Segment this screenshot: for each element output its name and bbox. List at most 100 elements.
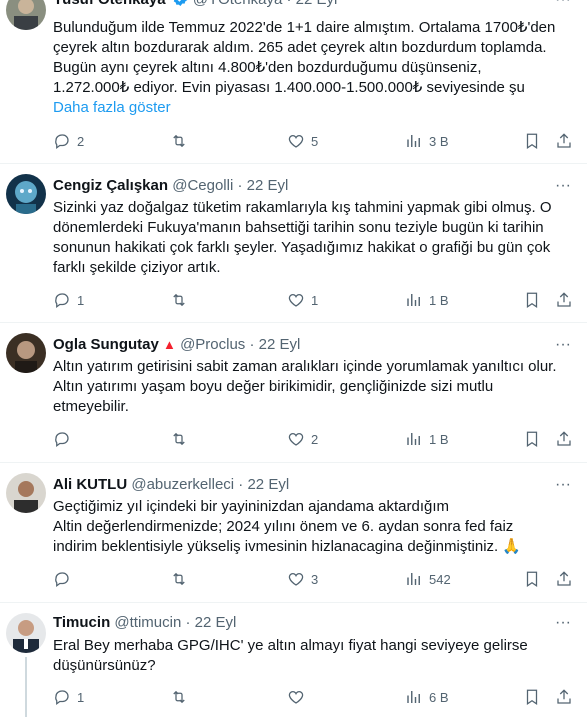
reply-icon xyxy=(55,432,69,448)
verified-badge-icon xyxy=(172,0,189,13)
views-chart-icon xyxy=(407,294,420,306)
reply-button[interactable]: 2 xyxy=(53,131,84,151)
handle[interactable]: @Cegolli xyxy=(172,177,233,194)
avatar[interactable] xyxy=(6,0,46,30)
like-button[interactable]: 1 xyxy=(287,290,318,310)
reply-button[interactable]: 1 xyxy=(53,290,84,310)
tweet-text-line: dönemlerdeki Fukuya'manın bahsettiği tar… xyxy=(53,219,544,236)
views-button[interactable]: 6 B xyxy=(405,687,449,707)
like-count: 2 xyxy=(311,431,319,447)
like-button[interactable]: 3 xyxy=(287,569,318,589)
more-options-icon[interactable]: ··· xyxy=(553,176,573,196)
repost-button[interactable] xyxy=(170,569,194,589)
views-chart-icon xyxy=(407,433,420,445)
bookmark-button[interactable] xyxy=(523,429,547,449)
share-button[interactable] xyxy=(555,429,579,449)
share-icon xyxy=(557,133,571,148)
tweet-text: Altın yatırım getirisini sabit zaman ara… xyxy=(53,357,573,417)
tweet[interactable]: Ali KUTLU @abuzerkelleci · 22 Eyl ··· Ge… xyxy=(0,463,587,603)
views-button[interactable]: 1 B xyxy=(405,290,449,310)
like-count: 5 xyxy=(311,133,319,149)
bookmark-button[interactable] xyxy=(523,687,547,707)
repost-button[interactable] xyxy=(170,290,194,310)
handle[interactable]: @abuzerkelleci xyxy=(131,476,234,493)
tweet-text-line: Bulunduğum ilde Temmuz 2022'de 1+1 daire… xyxy=(53,19,556,36)
avatar[interactable] xyxy=(6,473,46,513)
reply-icon xyxy=(55,293,69,309)
tweet[interactable]: Timucin @ttimucin · 22 Eyl ··· Eral Bey … xyxy=(0,603,587,717)
display-name[interactable]: Cengiz Çalışkan xyxy=(53,177,168,194)
avatar[interactable] xyxy=(6,333,46,373)
separator-dot: · xyxy=(287,0,292,8)
repost-button[interactable] xyxy=(170,429,194,449)
heart-icon xyxy=(288,573,304,586)
share-icon xyxy=(557,689,571,704)
separator-dot: · xyxy=(238,476,244,493)
like-button[interactable]: 5 xyxy=(287,131,318,151)
share-button[interactable] xyxy=(555,131,579,151)
tweet-text-line: Altin değerlendirmenizde; 2024 yılını ön… xyxy=(53,518,514,535)
handle[interactable]: @YOtenkaya xyxy=(193,0,282,8)
timestamp[interactable]: 22 Eyl xyxy=(247,177,289,194)
bookmark-icon xyxy=(526,689,538,705)
bookmark-button[interactable] xyxy=(523,290,547,310)
display-name[interactable]: Timucin xyxy=(53,614,110,631)
like-button[interactable]: 2 xyxy=(287,429,318,449)
display-name[interactable]: Yusuf Ötenkaya xyxy=(53,0,166,8)
timestamp[interactable]: 22 Eyl xyxy=(195,614,237,631)
avatar[interactable] xyxy=(6,174,46,214)
bookmark-icon xyxy=(526,571,538,587)
repost-button[interactable] xyxy=(170,687,194,707)
more-options-icon[interactable]: ··· xyxy=(553,0,573,10)
reply-button[interactable]: 1 xyxy=(53,687,84,707)
triangle-badge-icon: ▲ xyxy=(163,337,176,352)
tweet-text: Geçtiğimiz yıl içindeki bir yayininizdan… xyxy=(53,497,573,557)
repost-icon xyxy=(173,134,185,148)
more-options-icon[interactable]: ··· xyxy=(553,475,573,495)
views-button[interactable]: 542 xyxy=(405,569,451,589)
views-button[interactable]: 1 B xyxy=(405,429,449,449)
heart-icon xyxy=(288,433,304,446)
show-more-link[interactable]: Daha fazla göster xyxy=(53,98,573,118)
timestamp[interactable]: 22 Eyl xyxy=(247,476,289,493)
timestamp[interactable]: 22 Eyl xyxy=(296,0,338,8)
tweet-text-line: farklı şekilde çiziyor artık. xyxy=(53,259,221,276)
view-count: 1 B xyxy=(429,292,449,308)
views-chart-icon xyxy=(407,573,420,585)
bookmark-button[interactable] xyxy=(523,569,547,589)
tweet-text-line: Altın yatırım getirisini sabit zaman ara… xyxy=(53,358,557,375)
reply-count: 2 xyxy=(77,133,85,149)
tweet-text-line: Eral Bey merhaba GPG/IHC' ye altın almay… xyxy=(53,637,528,654)
timestamp[interactable]: 22 Eyl xyxy=(259,336,301,353)
tweet-text-line: indirim beklentisiyle yükseliş ivmesinin… xyxy=(53,538,522,555)
reply-icon xyxy=(55,690,69,706)
reply-button[interactable] xyxy=(53,429,77,449)
repost-icon xyxy=(173,432,185,446)
handle[interactable]: @ttimucin xyxy=(114,614,181,631)
avatar[interactable] xyxy=(6,613,46,653)
bookmark-icon xyxy=(526,133,538,149)
reply-button[interactable] xyxy=(53,569,77,589)
more-options-icon[interactable]: ··· xyxy=(553,335,573,355)
share-button[interactable] xyxy=(555,290,579,310)
repost-button[interactable] xyxy=(170,131,194,151)
tweet[interactable]: Ogla Sungutay ▲ @Proclus · 22 Eyl ··· Al… xyxy=(0,323,587,463)
share-icon xyxy=(557,431,571,446)
tweet-header: Ogla Sungutay ▲ @Proclus · 22 Eyl xyxy=(53,335,300,355)
more-options-icon[interactable]: ··· xyxy=(553,613,573,633)
share-button[interactable] xyxy=(555,569,579,589)
handle[interactable]: @Proclus xyxy=(180,336,245,353)
tweet-text-line: 1.272.000₺ ediyor. Evin piyasası 1.400.0… xyxy=(53,79,525,96)
bookmark-button[interactable] xyxy=(523,131,547,151)
views-chart-icon xyxy=(407,691,420,703)
tweet[interactable]: Cengiz Çalışkan @Cegolli · 22 Eyl ··· Si… xyxy=(0,164,587,323)
views-button[interactable]: 3 B xyxy=(405,131,449,151)
like-count: 3 xyxy=(311,571,319,587)
display-name[interactable]: Ali KUTLU xyxy=(53,476,127,493)
share-button[interactable] xyxy=(555,687,579,707)
tweet[interactable]: Yusuf Ötenkaya @YOtenkaya · 22 Eyl ··· B… xyxy=(0,0,587,164)
bookmark-icon xyxy=(526,292,538,308)
like-button[interactable] xyxy=(287,687,311,707)
display-name[interactable]: Ogla Sungutay xyxy=(53,336,159,353)
action-bar: 1 6 B xyxy=(53,687,573,707)
